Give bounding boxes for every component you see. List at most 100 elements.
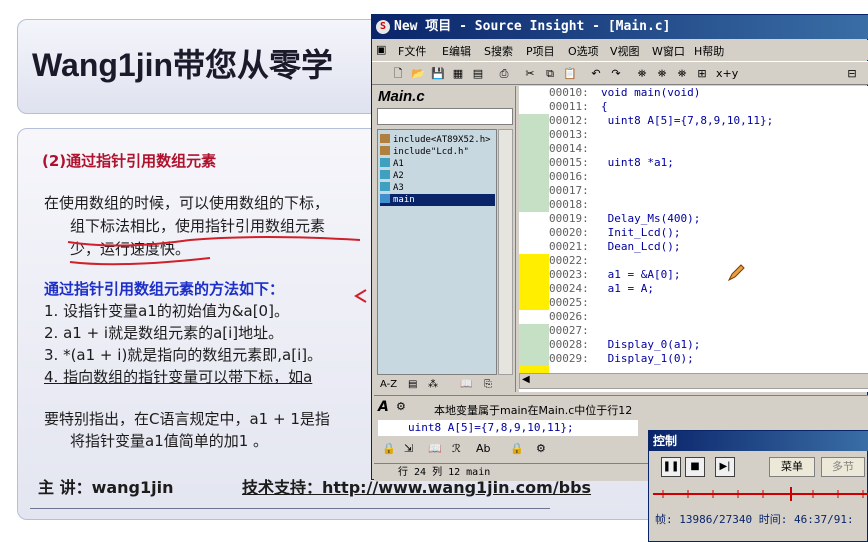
symbol-list[interactable]: include<AT89X52.h> include"Lcd.h" A1 A2 A3 ma… — [377, 129, 497, 375]
toolbar-overflow-icon[interactable]: ⊟ — [844, 66, 860, 81]
code-line[interactable]: 00012: uint8 A[5]={7,8,9,10,11}; — [549, 114, 773, 128]
menu-search[interactable]: S搜索 — [484, 43, 513, 59]
menu-view[interactable]: V视图 — [610, 43, 640, 59]
symbol-item[interactable]: include<AT89X52.h> — [380, 134, 495, 146]
symbol-item[interactable]: A2 — [380, 170, 495, 182]
replace-icon[interactable]: x+y — [716, 66, 738, 81]
code-text: Init_Lcd(); — [601, 226, 681, 239]
close-file-icon[interactable]: ▤ — [470, 66, 486, 81]
binoculars-icon[interactable]: ⛯ — [634, 66, 650, 81]
control-title[interactable]: 控制 — [649, 431, 868, 451]
sort-az-icon[interactable]: A-Z — [380, 379, 397, 390]
context-jump-icon[interactable]: ⇲ — [404, 442, 413, 455]
symbol-filter-input[interactable] — [377, 108, 513, 125]
code-line[interactable]: 00017: — [549, 184, 601, 198]
symbol-item[interactable]: A1 — [380, 158, 495, 170]
context-book-icon[interactable]: 📖 — [428, 442, 442, 455]
menu-button[interactable]: 菜单 — [769, 457, 815, 477]
find-prev-icon[interactable]: ⛯ — [674, 66, 690, 81]
menu-project[interactable]: P项目 — [526, 43, 555, 59]
find-files-icon[interactable]: ⊞ — [694, 66, 710, 81]
browse-icon[interactable]: ⎘ — [484, 379, 492, 390]
line-number: 00011: — [549, 100, 589, 113]
context-refs-icon[interactable]: ℛ — [452, 442, 461, 455]
playback-timeline[interactable] — [653, 487, 868, 501]
window-titlebar[interactable]: S New 项目 - Source Insight - [Main.c] — [372, 15, 868, 39]
line-number: 00022: — [549, 254, 589, 267]
include-icon — [380, 134, 390, 143]
code-line[interactable]: 00020: Init_Lcd(); — [549, 226, 680, 240]
line-number: 00027: — [549, 324, 589, 337]
line-number: 00020: — [549, 226, 589, 239]
undo-icon[interactable]: ↶ — [588, 66, 604, 81]
code-line[interactable]: 00029: Display_1(0); — [549, 352, 694, 366]
symbol-item[interactable]: include"Lcd.h" — [380, 146, 495, 158]
code-line[interactable]: 00023: a1 = &A[0]; — [549, 268, 680, 282]
symbol-list-scrollbar[interactable] — [498, 129, 513, 375]
symbol-window-title: Main.c — [378, 88, 425, 105]
find-next-icon[interactable]: ⛯ — [654, 66, 670, 81]
line-number: 00025: — [549, 296, 589, 309]
code-line[interactable]: 00016: — [549, 170, 601, 184]
line-number: 00012: — [549, 114, 589, 127]
open-folder-icon[interactable]: 📂 — [410, 66, 426, 81]
category-icon[interactable]: ⁂ — [428, 379, 438, 390]
paste-icon[interactable]: 📋 — [562, 66, 578, 81]
code-horizontal-scrollbar[interactable]: ◀ — [519, 373, 868, 389]
context-lock-icon[interactable]: 🔒 — [382, 442, 396, 455]
source-insight-window: S New 项目 - Source Insight - [Main.c] ▣ F… — [371, 14, 868, 481]
next-button[interactable]: ▶| — [715, 457, 735, 477]
menu-file[interactable]: F文件 — [398, 43, 426, 59]
code-line[interactable]: 00027: — [549, 324, 601, 338]
code-line[interactable]: 00014: — [549, 142, 601, 156]
gutter-green-marker — [519, 114, 549, 212]
menu-help[interactable]: H帮助 — [694, 43, 724, 59]
symbol-item[interactable]: main — [380, 194, 495, 206]
code-line[interactable]: 00013: — [549, 128, 601, 142]
include-icon — [380, 146, 390, 155]
list-view-icon[interactable]: ▤ — [408, 379, 417, 390]
code-line[interactable]: 00024: a1 = A; — [549, 282, 654, 296]
code-line[interactable]: 00011: { — [549, 100, 608, 114]
code-editor[interactable]: 00010: void main(void) 00011: {00012: uint8… — [519, 86, 868, 392]
gutter-green-marker-2 — [519, 324, 549, 366]
code-line[interactable]: 00019: Delay_Ms(400); — [549, 212, 700, 226]
context-settings-icon[interactable]: ⚙ — [536, 442, 546, 455]
chapters-button[interactable]: 多节 — [821, 457, 865, 477]
menu-options[interactable]: O选项 — [568, 43, 599, 59]
stop-button[interactable]: ■ — [685, 457, 705, 477]
code-line[interactable]: 00021: Dean_Lcd(); — [549, 240, 680, 254]
code-line[interactable]: 00018: — [549, 198, 601, 212]
menu-icon[interactable]: ▣ — [376, 43, 386, 56]
context-tool-icon[interactable]: ⚙ — [396, 400, 406, 413]
save-all-icon[interactable]: ▦ — [450, 66, 466, 81]
pause-button[interactable]: ❚❚ — [661, 457, 681, 477]
code-line[interactable]: 00010: void main(void) — [549, 86, 700, 100]
new-file-icon[interactable]: 🗋 — [390, 66, 406, 81]
redo-icon[interactable]: ↷ — [608, 66, 624, 81]
code-line[interactable]: 00028: Display_0(a1); — [549, 338, 700, 352]
code-line[interactable]: 00015: uint8 *a1; — [549, 156, 674, 170]
slide-title: Wang1jin带您从零学 — [32, 47, 334, 83]
copy-icon[interactable]: ⧉ — [542, 66, 558, 81]
section-heading: (2)通过指针引用数组元素 — [42, 152, 217, 170]
save-icon[interactable]: 💾 — [430, 66, 446, 81]
red-pen-mark — [354, 289, 367, 303]
symbol-item[interactable]: A3 — [380, 182, 495, 194]
line-number: 00018: — [549, 198, 589, 211]
code-line[interactable]: 00022: — [549, 254, 601, 268]
menu-window[interactable]: W窗口 — [652, 43, 685, 59]
line-marker-gutter — [519, 86, 549, 392]
context-text-icon[interactable]: Ab — [476, 442, 491, 455]
book-icon[interactable]: 📖 — [460, 379, 472, 390]
scroll-left-icon[interactable]: ◀ — [522, 374, 530, 385]
menu-edit[interactable]: E编辑 — [442, 43, 471, 59]
code-line[interactable]: 00026: — [549, 310, 601, 324]
note-line-1: 要特别指出，在C语言规定中，a1 + 1是指 — [44, 410, 330, 428]
red-underline-annotation — [67, 236, 361, 266]
print-icon[interactable]: ⎙ — [496, 66, 512, 81]
cut-icon[interactable]: ✂ — [522, 66, 538, 81]
context-pin-icon[interactable]: 🔒 — [510, 442, 524, 455]
code-line[interactable]: 00025: — [549, 296, 601, 310]
code-text: uint8 A[5]={7,8,9,10,11}; — [601, 114, 774, 127]
